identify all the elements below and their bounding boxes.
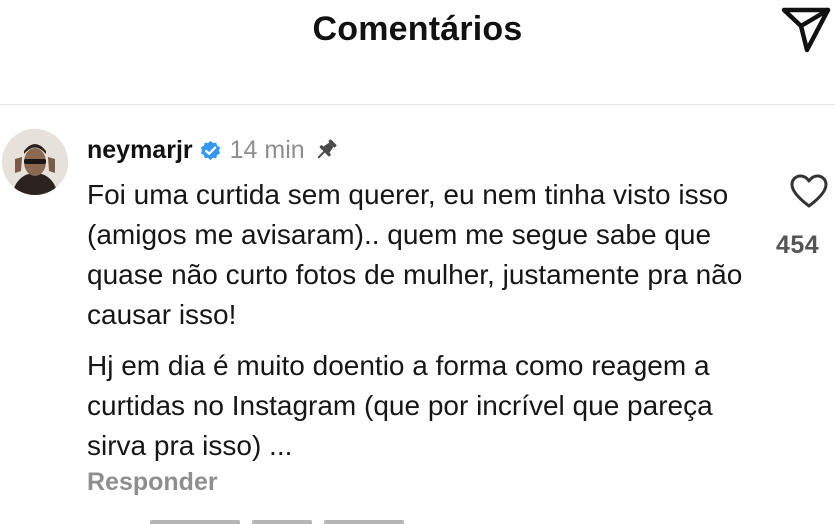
reply-button[interactable]: Responder — [87, 468, 218, 497]
share-button[interactable] — [778, 4, 834, 56]
paper-plane-icon — [781, 7, 831, 53]
like-button[interactable] — [789, 172, 829, 212]
comment: neymarjr 14 min Foi uma curtida sem quer… — [0, 120, 835, 524]
verified-badge-icon — [199, 139, 222, 162]
page-title: Comentários — [312, 10, 523, 48]
like-count: 454 — [776, 231, 820, 259]
heart-icon — [790, 174, 828, 208]
username[interactable]: neymarjr — [87, 136, 193, 165]
next-comment-preview — [150, 512, 450, 524]
pin-icon — [313, 137, 339, 163]
comment-meta: neymarjr 14 min — [87, 134, 339, 166]
avatar-image — [2, 129, 68, 195]
avatar[interactable] — [2, 129, 68, 195]
comment-paragraph: Hj em dia é muito doentio a forma como r… — [87, 350, 713, 461]
comment-text: Foi uma curtida sem querer, eu nem tinha… — [87, 175, 747, 466]
comment-paragraph: Foi uma curtida sem querer, eu nem tinha… — [87, 179, 743, 330]
comments-header: Comentários — [0, 0, 835, 105]
comment-timestamp: 14 min — [229, 135, 305, 164]
